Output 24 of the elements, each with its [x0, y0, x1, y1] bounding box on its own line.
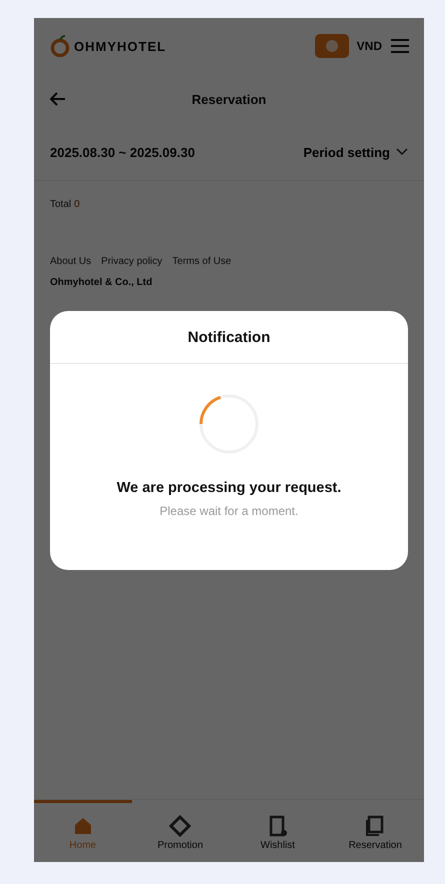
page-title: Reservation — [192, 92, 266, 106]
footer-link[interactable]: Terms of Use — [172, 256, 232, 267]
nav-tab[interactable]: Home — [34, 800, 132, 862]
dialog-title: Notification — [50, 311, 408, 364]
logo-icon — [50, 35, 70, 57]
logo-text[interactable]: OHMYHOTEL — [74, 38, 166, 54]
menu-icon[interactable] — [390, 38, 410, 54]
period-setting-button[interactable]: Period setting — [303, 144, 408, 160]
company-name: Ohmyhotel & Co., Ltd — [49, 276, 154, 290]
currency-selector[interactable]: VND — [356, 39, 382, 53]
language-button[interactable] — [314, 34, 349, 58]
dialog-hint: Please wait for a moment. — [160, 504, 298, 518]
footer-link[interactable]: Privacy policy — [101, 256, 162, 267]
loading-spinner — [198, 393, 260, 455]
nav-tab[interactable]: Reservation — [326, 800, 424, 862]
total-label: Total — [50, 199, 72, 210]
nav-tab[interactable]: Promotion — [132, 800, 229, 862]
footer-link[interactable]: About Us — [50, 256, 92, 267]
dialog-message: We are processing your request. — [116, 480, 342, 496]
date-range: 2025.08.30 ~ 2025.09.30 — [50, 144, 195, 160]
chevron-down-icon — [396, 148, 408, 156]
back-icon[interactable] — [50, 92, 66, 106]
total-count: 0 — [74, 199, 80, 210]
nav-tab[interactable]: Wishlist — [229, 800, 326, 862]
